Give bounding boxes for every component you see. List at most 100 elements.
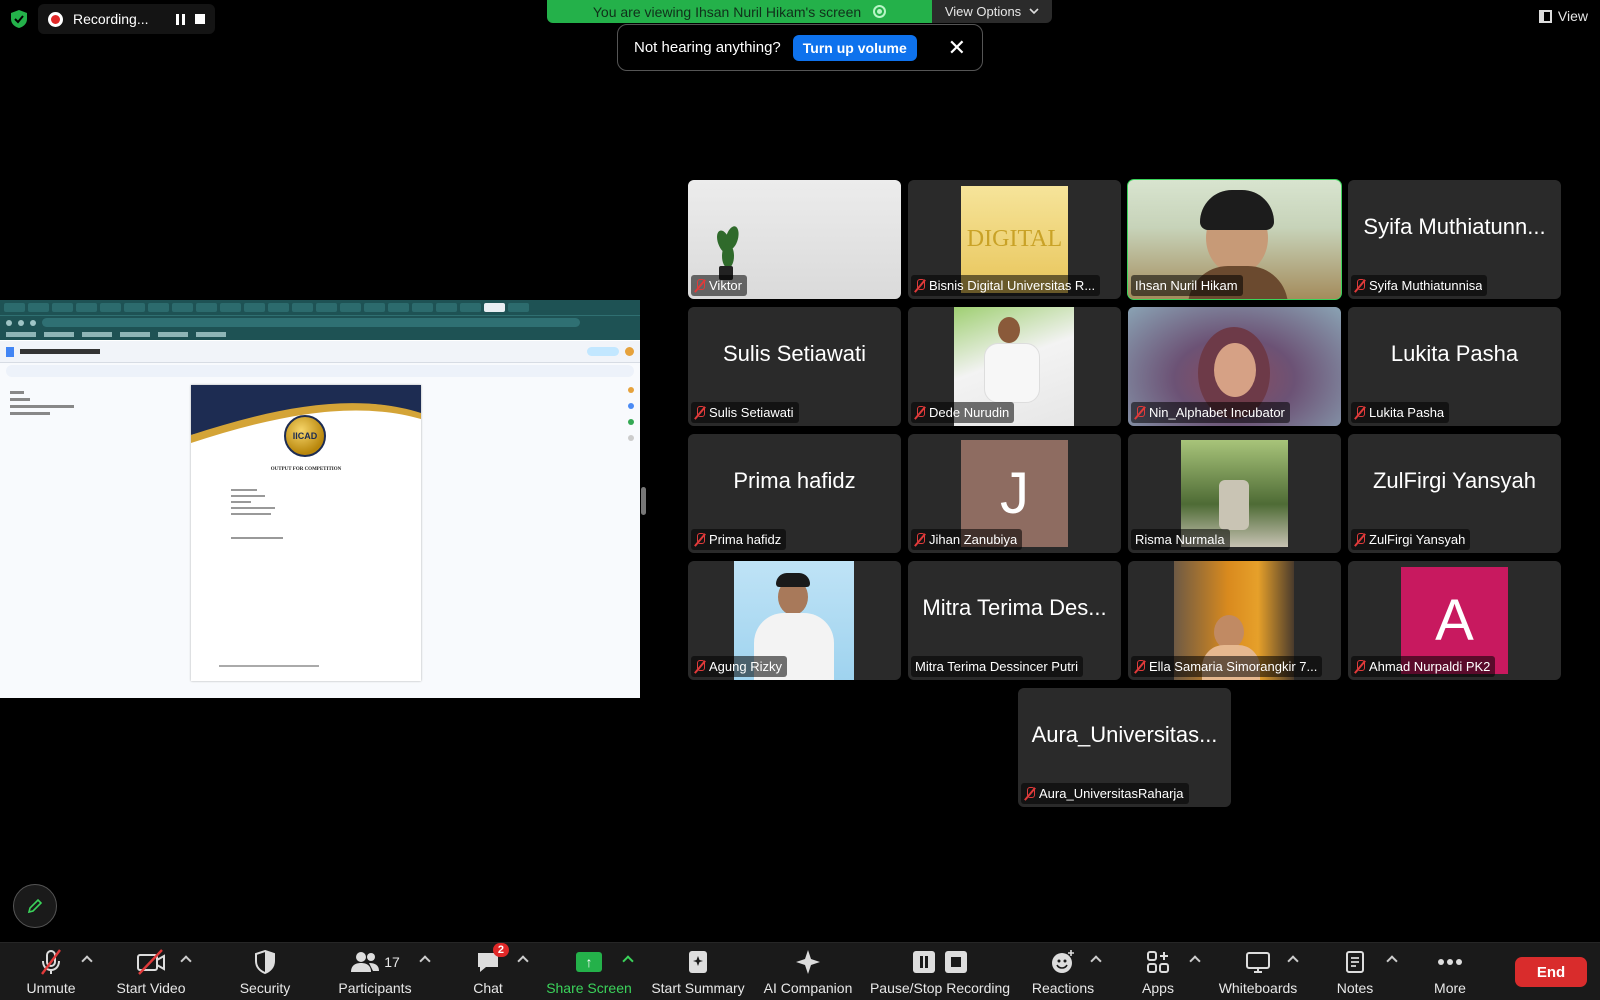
summary-icon (687, 947, 709, 977)
participant-display-name: Mitra Terima Des... (922, 595, 1107, 620)
share-screen-icon: ↑ (576, 952, 602, 972)
participant-tile-active-speaker[interactable]: Ihsan Nuril Hikam (1127, 179, 1342, 300)
view-options-button[interactable]: View Options (932, 0, 1052, 23)
docs-share-button (587, 347, 619, 356)
participant-tile[interactable]: Sulis Setiawati Sulis Setiawati (688, 307, 901, 426)
participants-count: 17 (384, 954, 400, 970)
participant-tile[interactable]: Lukita Pasha Lukita Pasha (1348, 307, 1561, 426)
participant-tile[interactable]: Prima hafidz Prima hafidz (688, 434, 901, 553)
competition-logo: IICAD (284, 415, 326, 457)
participants-icon: 17 (350, 947, 400, 977)
participant-name-label: Ahmad Nurpaldi PK2 (1351, 656, 1496, 677)
participant-name-label: Ella Samaria Simorangkir 7... (1131, 656, 1323, 677)
participant-tile[interactable]: Agung Rizky (688, 561, 901, 680)
document-heading: OUTPUT FOR COMPETITION (270, 467, 342, 472)
participant-tile[interactable]: J Jihan Zanubiya (908, 434, 1121, 553)
participant-tile[interactable]: ZulFirgi Yansyah ZulFirgi Yansyah (1348, 434, 1561, 553)
participant-name-label: ZulFirgi Yansyah (1351, 529, 1471, 550)
chat-icon: 2 (475, 943, 509, 977)
view-options-label: View Options (944, 4, 1022, 19)
view-button[interactable]: View (1538, 8, 1588, 24)
participant-display-name: ZulFirgi Yansyah (1372, 468, 1537, 493)
annotate-button[interactable] (13, 884, 57, 928)
participant-display-name: Syifa Muthiatunn... (1363, 214, 1546, 239)
participant-tile[interactable]: Aura_Universitas... Aura_UniversitasRaha… (1018, 688, 1231, 807)
docs-outline (10, 391, 80, 419)
participant-display-name: Prima hafidz (733, 468, 856, 493)
turn-up-volume-button[interactable]: Turn up volume (792, 34, 917, 61)
audio-check-popup: Not hearing anything? Turn up volume ✕ (617, 24, 983, 71)
resize-splitter-handle[interactable] (641, 487, 646, 515)
participant-name-label: Mitra Terima Dessincer Putri (911, 656, 1084, 677)
video-off-icon (135, 947, 167, 977)
participant-tile[interactable]: DIGITAL Bisnis Digital Universitas R... (908, 180, 1121, 299)
chat-options-chevron-icon[interactable] (517, 955, 529, 967)
mic-muted-icon (695, 406, 705, 419)
mic-muted-icon (1355, 406, 1365, 419)
mic-muted-icon (915, 279, 925, 292)
apps-options-chevron-icon[interactable] (1189, 955, 1201, 967)
smiley-icon (1050, 947, 1076, 977)
more-dots-icon (1437, 947, 1463, 977)
participant-tile[interactable]: Risma Nurmala (1128, 434, 1341, 553)
browser-address-bar (0, 315, 640, 329)
document-page: IICAD OUTPUT FOR COMPETITION (191, 385, 421, 681)
chat-button[interactable]: 2 Chat (458, 943, 518, 999)
participant-tile[interactable]: Syifa Muthiatunn... Syifa Muthiatunnisa (1348, 180, 1561, 299)
sparkle-icon (794, 947, 822, 977)
apps-button[interactable]: Apps (1130, 947, 1186, 999)
security-button[interactable]: Security (234, 947, 296, 999)
google-docs-document: IICAD OUTPUT FOR COMPETITION (0, 341, 640, 698)
notes-icon (1344, 947, 1366, 977)
share-screen-button[interactable]: ↑ Share Screen (545, 947, 633, 999)
viewing-screen-banner: You are viewing Ihsan Nuril Hikam's scre… (547, 0, 932, 23)
participants-button[interactable]: 17 Participants (330, 947, 420, 999)
viewing-screen-text: You are viewing Ihsan Nuril Hikam's scre… (592, 3, 862, 20)
participant-name-label: Risma Nurmala (1131, 529, 1230, 550)
notes-button[interactable]: Notes (1325, 947, 1385, 999)
participant-name-label: Aura_UniversitasRaharja (1021, 783, 1189, 804)
start-video-button[interactable]: Start Video (110, 947, 192, 999)
audio-options-chevron-icon[interactable] (81, 955, 93, 967)
mic-muted-icon (915, 533, 925, 546)
mic-muted-icon (695, 279, 705, 292)
participant-name-label: Bisnis Digital Universitas R... (911, 275, 1101, 296)
participant-tile[interactable]: Mitra Terima Des... Mitra Terima Dessinc… (908, 561, 1121, 680)
participant-name-label: Syifa Muthiatunnisa (1351, 275, 1488, 296)
participant-tile[interactable]: Dede Nurudin (908, 307, 1121, 426)
pause-stop-recording-button[interactable]: Pause/Stop Recording (868, 947, 1012, 999)
reactions-button[interactable]: Reactions (1030, 947, 1096, 999)
participant-name-label: Nin_Alphabet Incubator (1131, 402, 1290, 423)
participant-display-name: Sulis Setiawati (722, 341, 867, 366)
pause-recording-icon[interactable] (176, 13, 186, 25)
browser-bookmarks-bar (0, 329, 640, 340)
mic-muted-icon (37, 947, 65, 977)
browser-tab-strip (0, 300, 640, 315)
docs-toolbar (6, 365, 634, 377)
participant-name-label: Agung Rizky (691, 656, 787, 677)
participants-options-chevron-icon[interactable] (419, 955, 431, 967)
mic-muted-icon (1355, 533, 1365, 546)
participant-name-label: Sulis Setiawati (691, 402, 799, 423)
participant-tile[interactable]: Ella Samaria Simorangkir 7... (1128, 561, 1341, 680)
participant-tile[interactable]: Viktor (688, 180, 901, 299)
unmute-button[interactable]: Unmute (20, 947, 82, 999)
stop-recording-icon[interactable] (195, 14, 206, 24)
meeting-toolbar: Unmute Start Video Security 17 Participa… (0, 942, 1600, 1000)
record-dot-icon (48, 11, 63, 27)
participant-tile[interactable]: A Ahmad Nurpaldi PK2 (1348, 561, 1561, 680)
stop-icon (945, 951, 967, 973)
whiteboards-button[interactable]: Whiteboards (1213, 947, 1303, 999)
notes-options-chevron-icon[interactable] (1386, 955, 1398, 967)
start-summary-button[interactable]: Start Summary (648, 947, 748, 999)
shared-screen[interactable]: IICAD OUTPUT FOR COMPETITION (0, 300, 640, 698)
mic-muted-icon (1135, 406, 1145, 419)
close-icon[interactable]: ✕ (948, 36, 966, 59)
participant-tile[interactable]: Nin_Alphabet Incubator (1128, 307, 1341, 426)
participant-name-label: Prima hafidz (691, 529, 787, 550)
ai-companion-button[interactable]: AI Companion (762, 947, 854, 999)
more-button[interactable]: More (1422, 947, 1478, 999)
security-shield-icon (11, 10, 27, 28)
end-meeting-button[interactable]: End (1515, 957, 1587, 987)
popup-message: Not hearing anything? (634, 39, 781, 56)
